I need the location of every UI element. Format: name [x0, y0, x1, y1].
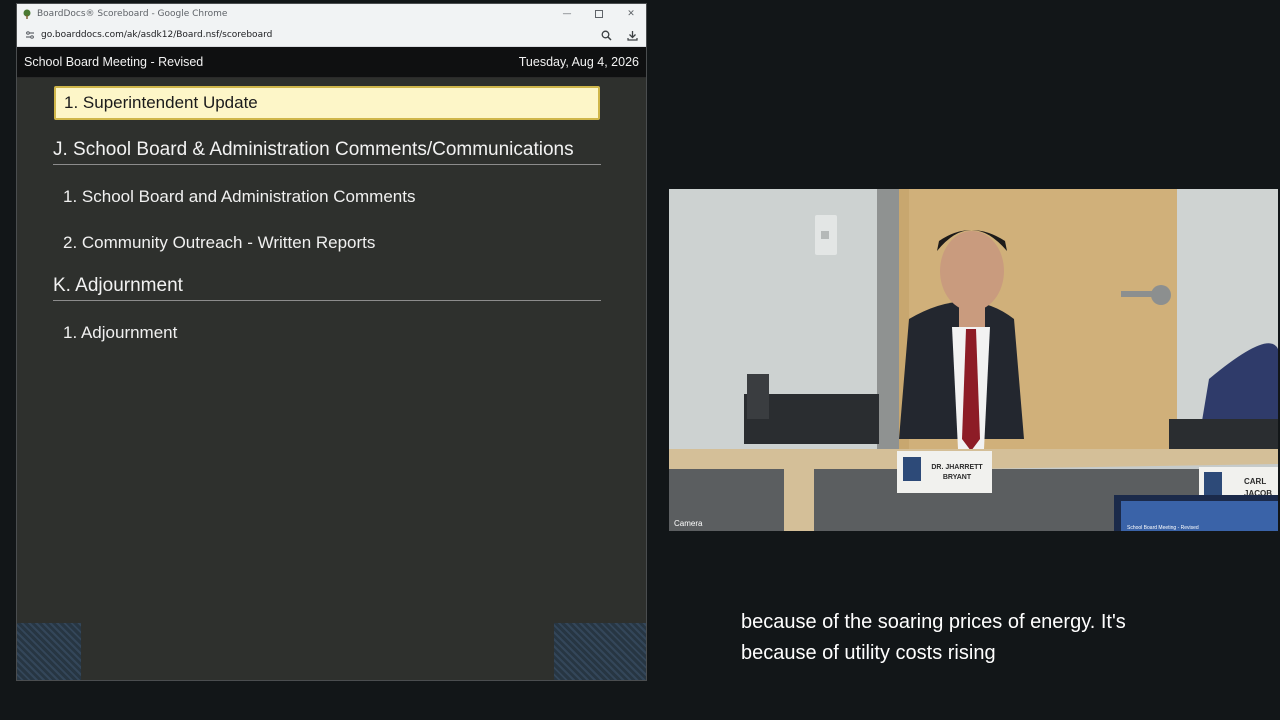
agenda-section-k[interactable]: K. Adjournment: [53, 275, 601, 301]
agenda-item-k1[interactable]: 1. Adjournment: [54, 323, 600, 343]
svg-text:School Board Meeting - Revised: School Board Meeting - Revised: [1127, 525, 1199, 531]
agenda-section-j[interactable]: J. School Board & Administration Comment…: [53, 139, 601, 165]
browser-window: BoardDocs® Scoreboard - Google Chrome — …: [16, 3, 647, 681]
close-icon[interactable]: ✕: [616, 4, 646, 24]
closed-caption: because of the soaring prices of energy.…: [741, 607, 1241, 669]
caption-line-2: because of utility costs rising: [741, 642, 996, 664]
caption-line-1: because of the soaring prices of energy.…: [741, 611, 1126, 633]
svg-text:BRYANT: BRYANT: [943, 474, 972, 481]
browser-titlebar: BoardDocs® Scoreboard - Google Chrome — …: [17, 4, 646, 24]
current-agenda-item[interactable]: 1. Superintendent Update: [54, 86, 600, 120]
site-info-icon[interactable]: [23, 30, 37, 40]
address-bar: go.boarddocs.com/ak/asdk12/Board.nsf/sco…: [17, 24, 646, 47]
agenda-item-j1[interactable]: 1. School Board and Administration Comme…: [54, 187, 600, 207]
window-title: BoardDocs® Scoreboard - Google Chrome: [37, 9, 228, 19]
zoom-icon[interactable]: [598, 27, 614, 43]
maximize-icon[interactable]: [584, 4, 614, 24]
corner-decoration-right: [554, 623, 646, 680]
svg-text:DR. JHARRETT: DR. JHARRETT: [931, 464, 983, 471]
agenda-item-j2[interactable]: 2. Community Outreach - Written Reports: [54, 233, 600, 253]
svg-text:CARL: CARL: [1244, 477, 1266, 486]
camera-scene-illustration: DR. JHARRETT BRYANT CARL JACOB School Bo…: [669, 189, 1278, 531]
meeting-title: School Board Meeting - Revised: [24, 55, 204, 69]
camera-label: Camera: [674, 519, 703, 528]
corner-decoration-left: [17, 623, 81, 680]
meeting-date: Tuesday, Aug 4, 2026: [518, 55, 639, 69]
url-text[interactable]: go.boarddocs.com/ak/asdk12/Board.nsf/sco…: [41, 30, 272, 40]
agenda-scoreboard: 1. Superintendent Update J. School Board…: [17, 78, 646, 680]
minimize-icon[interactable]: —: [552, 4, 582, 24]
camera-video-feed: DR. JHARRETT BRYANT CARL JACOB School Bo…: [669, 189, 1278, 531]
meeting-header: School Board Meeting - Revised Tuesday, …: [17, 47, 646, 78]
download-icon[interactable]: [624, 27, 640, 43]
boarddocs-favicon-icon: [21, 8, 33, 20]
